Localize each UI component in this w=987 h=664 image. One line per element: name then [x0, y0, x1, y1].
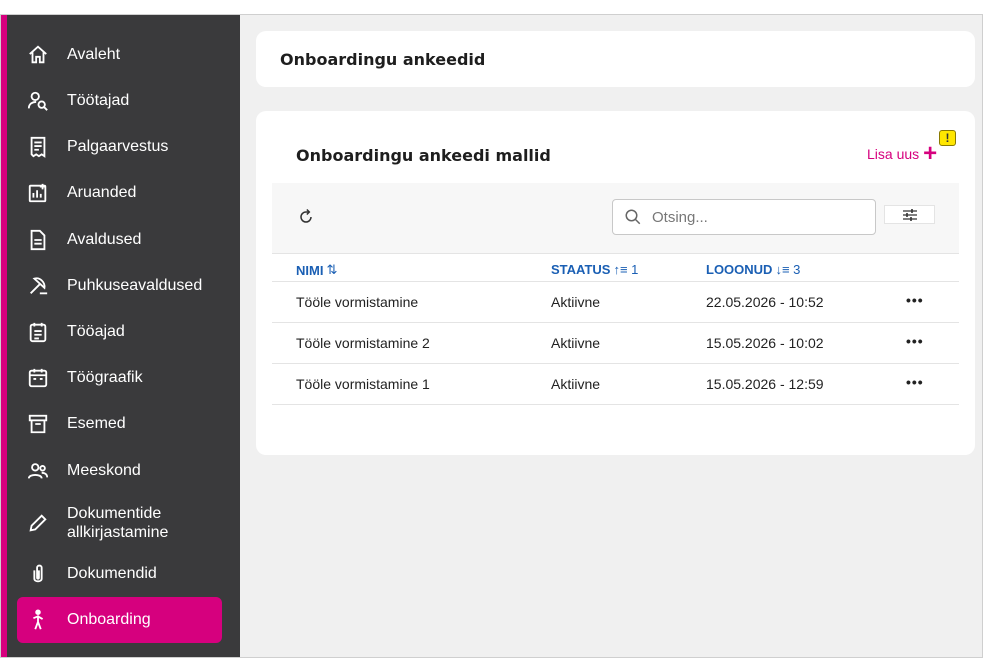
header-card: Onboardingu ankeedid — [256, 31, 975, 87]
sidebar: Avaleht Töötajad Palgaarvestus Aruanded — [1, 15, 240, 657]
sidebar-item-label: Dokumentide allkirjastamine — [67, 505, 169, 541]
row-created: 22.05.2026 - 10:52 — [706, 294, 824, 310]
sidebar-item-label: Puhkuseavaldused — [67, 277, 203, 294]
sidebar-item-meeskond[interactable]: Meeskond — [17, 451, 222, 491]
paperclip-icon — [27, 563, 49, 585]
sidebar-item-label: Esemed — [67, 415, 126, 432]
refresh-icon[interactable] — [296, 207, 316, 227]
home-icon — [27, 44, 49, 66]
team-icon — [27, 460, 49, 482]
filter-settings-button[interactable] — [884, 205, 935, 224]
sidebar-item-tootajad[interactable]: Töötajad — [17, 81, 222, 121]
table-row[interactable]: Tööle vormistamine 2 Aktiivne 15.05.2026… — [272, 323, 959, 364]
sidebar-item-label: Dokumendid — [67, 565, 157, 582]
column-header-status[interactable]: STAATUS ↑≡ 1 — [551, 262, 638, 277]
sidebar-item-palgaarvestus[interactable]: Palgaarvestus — [17, 127, 222, 167]
sidebar-item-dokumentide-allkirjastamine[interactable]: Dokumentide allkirjastamine — [17, 499, 222, 547]
row-created: 15.05.2026 - 10:02 — [706, 335, 824, 351]
sidebar-item-toograafik[interactable]: Töögraafik — [17, 358, 222, 398]
sidebar-item-dokumendid[interactable]: Dokumendid — [17, 554, 222, 594]
app-window: Avaleht Töötajad Palgaarvestus Aruanded — [0, 14, 983, 658]
row-status: Aktiivne — [551, 335, 601, 351]
archive-box-icon — [27, 413, 49, 435]
sidebar-item-label: Töötajad — [67, 92, 130, 109]
table-row[interactable]: Tööle vormistamine Aktiivne 22.05.2026 -… — [272, 282, 959, 323]
sidebar-item-avaleht[interactable]: Avaleht — [17, 35, 222, 75]
row-name: Tööle vormistamine 2 — [296, 335, 430, 351]
calendar-icon — [27, 367, 49, 389]
sidebar-item-label: Meeskond — [67, 462, 141, 479]
search-box — [612, 199, 876, 235]
beach-umbrella-icon — [27, 275, 49, 297]
table-toolbar — [272, 183, 959, 253]
more-actions-icon[interactable]: ••• — [906, 292, 924, 308]
sidebar-item-label: Tööajad — [67, 323, 125, 340]
report-chart-icon — [27, 182, 49, 204]
search-input[interactable] — [652, 208, 852, 226]
row-status: Aktiivne — [551, 376, 601, 392]
row-created: 15.05.2026 - 12:59 — [706, 376, 824, 392]
sidebar-item-puhkuseavaldused[interactable]: Puhkuseavaldused — [17, 266, 222, 306]
warning-badge: ! — [939, 130, 956, 146]
receipt-icon — [27, 136, 49, 158]
table-row[interactable]: Tööle vormistamine 1 Aktiivne 15.05.2026… — [272, 364, 959, 405]
templates-table: NIMI ⇅ STAATUS ↑≡ 1 LOOONUD ↓≡ 3 Tööle v… — [272, 253, 959, 405]
sidebar-item-onboarding[interactable]: Onboarding — [17, 597, 222, 643]
person-walking-icon — [27, 609, 49, 631]
row-status: Aktiivne — [551, 294, 601, 310]
page-title: Onboardingu ankeedid — [280, 50, 486, 69]
pen-icon — [27, 512, 49, 534]
column-header-created[interactable]: LOOONUD ↓≡ 3 — [706, 262, 800, 277]
document-icon — [27, 229, 49, 251]
sidebar-item-esemed[interactable]: Esemed — [17, 404, 222, 444]
sidebar-item-avaldused[interactable]: Avaldused — [17, 220, 222, 260]
schedule-icon — [27, 321, 49, 343]
sort-icon: ↑≡ 1 — [613, 262, 639, 277]
sidebar-item-label: Aruanded — [67, 184, 137, 201]
templates-card: Onboardingu ankeedi mallid Lisa uus + ! — [256, 111, 975, 455]
sort-icon: ↓≡ 3 — [775, 262, 801, 277]
sidebar-item-label: Onboarding — [67, 611, 151, 628]
sidebar-item-label: Avaleht — [67, 46, 121, 63]
sort-icon: ⇅ — [326, 262, 338, 277]
column-header-name[interactable]: NIMI ⇅ — [296, 262, 337, 278]
section-title: Onboardingu ankeedi mallid — [296, 146, 551, 165]
add-new-button[interactable]: Lisa uus + — [867, 140, 938, 167]
table-header: NIMI ⇅ STAATUS ↑≡ 1 LOOONUD ↓≡ 3 — [272, 253, 959, 282]
search-icon — [625, 209, 641, 225]
row-name: Tööle vormistamine — [296, 294, 419, 310]
more-actions-icon[interactable]: ••• — [906, 374, 924, 390]
sidebar-item-label: Palgaarvestus — [67, 138, 169, 155]
sidebar-item-label: Töögraafik — [67, 369, 143, 386]
sliders-icon — [902, 208, 917, 221]
sidebar-item-tooajad[interactable]: Tööajad — [17, 312, 222, 352]
add-new-label: Lisa uus — [867, 146, 920, 162]
row-name: Tööle vormistamine 1 — [296, 376, 430, 392]
employee-search-icon — [27, 90, 49, 112]
sidebar-item-aruanded[interactable]: Aruanded — [17, 173, 222, 213]
sidebar-item-label: Avaldused — [67, 231, 142, 248]
more-actions-icon[interactable]: ••• — [906, 333, 924, 349]
plus-icon: + — [923, 140, 938, 167]
